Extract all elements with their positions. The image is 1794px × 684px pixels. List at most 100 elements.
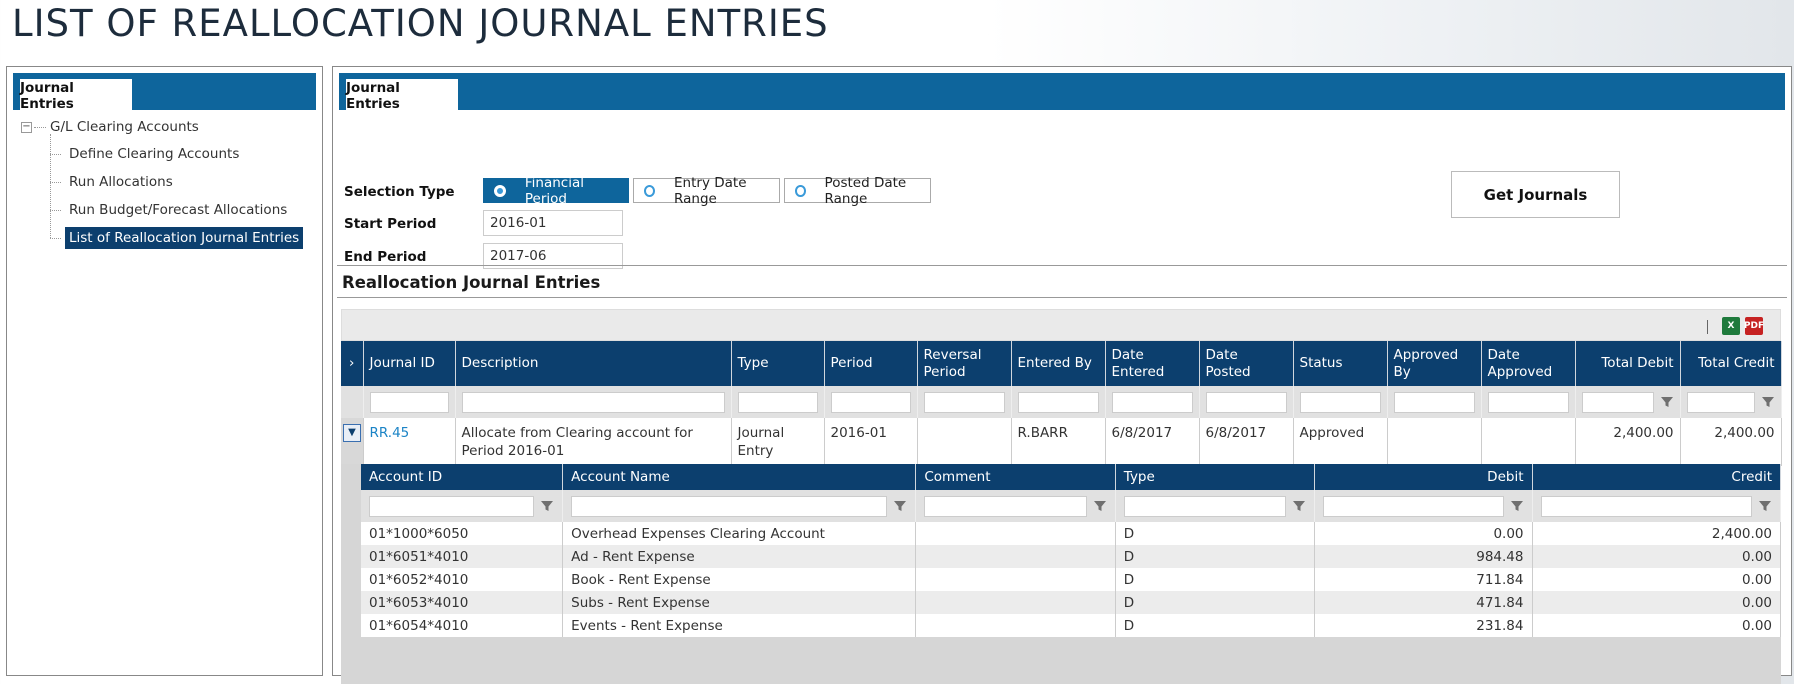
- tree-item-run-budget-forecast-allocations[interactable]: Run Budget/Forecast Allocations: [50, 196, 316, 224]
- cell-account-name: Overhead Expenses Clearing Account: [562, 522, 917, 545]
- selection-form: Selection Type Financial Period Entry Da…: [333, 110, 1791, 270]
- row-expander[interactable]: ▼: [341, 418, 364, 467]
- filter-type[interactable]: [737, 391, 818, 413]
- cell-credit: 2,400.00: [1532, 522, 1781, 545]
- filter-date-approved[interactable]: [1487, 391, 1569, 413]
- header-row: › Journal ID Description Type Period Rev…: [341, 341, 1782, 386]
- radio-label: Financial Period: [524, 174, 584, 207]
- col-detail-type[interactable]: Type: [1115, 464, 1316, 490]
- pdf-export-icon[interactable]: PDF: [1744, 317, 1764, 335]
- cell-line-type: D: [1115, 614, 1316, 637]
- cell-credit: 0.00: [1532, 591, 1781, 614]
- tree-item-label[interactable]: Define Clearing Accounts: [65, 143, 243, 165]
- navigation-panel: Journal Entries − G/L Clearing Accounts …: [6, 66, 323, 676]
- radio-entry-date-range[interactable]: Entry Date Range: [633, 175, 780, 207]
- col-account-id[interactable]: Account ID: [361, 464, 564, 490]
- cell-period: 2016-01: [824, 418, 918, 467]
- col-reversal-period[interactable]: Reversal Period: [917, 341, 1012, 386]
- cell-account-id: 01*6053*4010: [361, 591, 564, 614]
- filter-period[interactable]: [830, 391, 911, 413]
- end-period-label: End Period: [344, 249, 427, 265]
- detail-filter-row: [361, 490, 1781, 522]
- filter-entered-by[interactable]: [1017, 391, 1099, 413]
- col-period[interactable]: Period: [824, 341, 918, 386]
- col-approved-by[interactable]: Approved By: [1387, 341, 1482, 386]
- col-status[interactable]: Status: [1293, 341, 1388, 386]
- tree-item-define-clearing-accounts[interactable]: Define Clearing Accounts: [50, 140, 316, 168]
- filter-debit[interactable]: [1323, 495, 1504, 517]
- filter-account-name[interactable]: [571, 495, 888, 517]
- right-tab-bar: Journal Entries: [339, 73, 1785, 112]
- col-date-entered[interactable]: Date Entered: [1105, 341, 1200, 386]
- radio-posted-date-range[interactable]: Posted Date Range: [784, 175, 931, 207]
- journal-id-link[interactable]: RR.45: [370, 425, 410, 441]
- col-comment[interactable]: Comment: [915, 464, 1116, 490]
- col-debit[interactable]: Debit: [1314, 464, 1533, 490]
- detail-row[interactable]: 01*6053*4010 Subs - Rent Expense D 471.8…: [361, 591, 1781, 614]
- tree-root-label[interactable]: G/L Clearing Accounts: [50, 119, 199, 135]
- col-total-credit[interactable]: Total Credit: [1680, 341, 1782, 386]
- filter-reversal-period[interactable]: [923, 391, 1005, 413]
- col-credit[interactable]: Credit: [1532, 464, 1781, 490]
- filter-description[interactable]: [461, 391, 725, 413]
- filter-credit[interactable]: [1540, 495, 1752, 517]
- filter-total-debit[interactable]: [1581, 391, 1654, 413]
- col-description[interactable]: Description: [455, 341, 732, 386]
- filter-funnel-icon[interactable]: [1660, 395, 1674, 409]
- tab-journal-entries-right[interactable]: Journal Entries: [346, 79, 458, 112]
- col-entered-by[interactable]: Entered By: [1011, 341, 1106, 386]
- cell-line-type: D: [1115, 591, 1316, 614]
- expand-all-icon[interactable]: ›: [341, 341, 364, 386]
- cell-debit: 471.84: [1314, 591, 1533, 614]
- filter-status[interactable]: [1299, 391, 1381, 413]
- radio-label: Posted Date Range: [824, 174, 907, 207]
- filter-approved-by[interactable]: [1393, 391, 1475, 413]
- filter-funnel-icon[interactable]: [1093, 499, 1107, 513]
- tree-item-run-allocations[interactable]: Run Allocations: [50, 168, 316, 196]
- col-account-name[interactable]: Account Name: [562, 464, 917, 490]
- cell-account-id: 01*6054*4010: [361, 614, 564, 637]
- left-tab-bar: Journal Entries: [13, 73, 316, 112]
- radio-unselected-icon: [644, 184, 656, 197]
- filter-comment[interactable]: [924, 495, 1087, 517]
- detail-row[interactable]: 01*1000*6050 Overhead Expenses Clearing …: [361, 522, 1781, 545]
- tree-root[interactable]: − G/L Clearing Accounts: [13, 114, 316, 140]
- cell-approved-by: [1387, 418, 1482, 467]
- table-row[interactable]: ▼ RR.45 Allocate from Clearing account f…: [341, 418, 1782, 467]
- col-total-debit[interactable]: Total Debit: [1575, 341, 1681, 386]
- col-type[interactable]: Type: [731, 341, 825, 386]
- detail-header-row: Account ID Account Name Comment Type Deb…: [361, 464, 1781, 490]
- filter-account-id[interactable]: [369, 495, 535, 517]
- tree-item-label[interactable]: Run Budget/Forecast Allocations: [65, 199, 291, 221]
- filter-funnel-icon[interactable]: [893, 499, 907, 513]
- filter-date-posted[interactable]: [1205, 391, 1287, 413]
- get-journals-button[interactable]: Get Journals: [1451, 171, 1620, 218]
- filter-total-credit[interactable]: [1686, 391, 1755, 413]
- cell-credit: 0.00: [1532, 614, 1781, 637]
- filter-funnel-icon[interactable]: [1510, 499, 1524, 513]
- chevron-down-icon[interactable]: ▼: [343, 424, 361, 442]
- cell-debit: 231.84: [1314, 614, 1533, 637]
- filter-funnel-icon[interactable]: [1761, 395, 1775, 409]
- radio-financial-period[interactable]: Financial Period: [483, 175, 629, 207]
- filter-funnel-icon[interactable]: [540, 499, 554, 513]
- detail-row[interactable]: 01*6054*4010 Events - Rent Expense D 231…: [361, 614, 1781, 637]
- detail-row[interactable]: 01*6051*4010 Ad - Rent Expense D 984.48 …: [361, 545, 1781, 568]
- tab-journal-entries-left[interactable]: Journal Entries: [20, 79, 132, 112]
- col-date-approved[interactable]: Date Approved: [1481, 341, 1576, 386]
- excel-export-icon[interactable]: X: [1722, 317, 1740, 335]
- col-journal-id[interactable]: Journal ID: [363, 341, 456, 386]
- filter-date-entered[interactable]: [1111, 391, 1193, 413]
- tree-item-label[interactable]: List of Reallocation Journal Entries: [65, 227, 304, 249]
- filter-detail-type[interactable]: [1123, 495, 1287, 517]
- col-date-posted[interactable]: Date Posted: [1199, 341, 1294, 386]
- detail-row[interactable]: 01*6052*4010 Book - Rent Expense D 711.8…: [361, 568, 1781, 591]
- filter-funnel-icon[interactable]: [1292, 499, 1306, 513]
- filter-funnel-icon[interactable]: [1758, 499, 1772, 513]
- collapse-tree-icon[interactable]: −: [21, 121, 32, 133]
- tree-item-list-of-reallocation-journal-entries[interactable]: List of Reallocation Journal Entries: [50, 224, 316, 252]
- tree-item-label[interactable]: Run Allocations: [65, 171, 177, 193]
- start-period-input[interactable]: [483, 210, 623, 236]
- section-divider: [337, 297, 1787, 298]
- filter-journal-id[interactable]: [369, 391, 449, 413]
